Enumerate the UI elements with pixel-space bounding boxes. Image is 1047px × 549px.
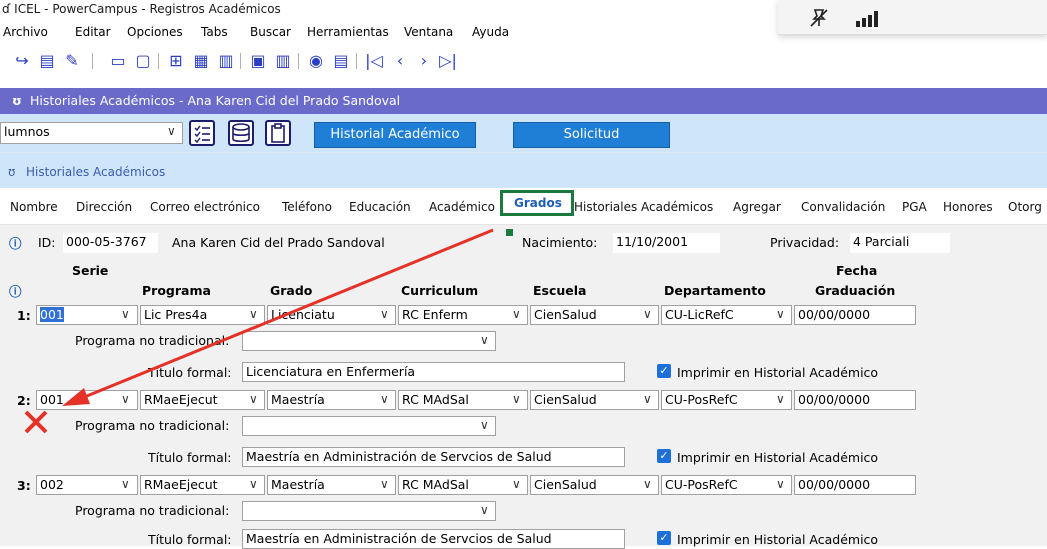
arrow-head xyxy=(62,388,90,406)
annotation-overlay xyxy=(24,228,494,434)
red-arrow xyxy=(81,228,494,400)
red-x-icon xyxy=(24,410,48,434)
